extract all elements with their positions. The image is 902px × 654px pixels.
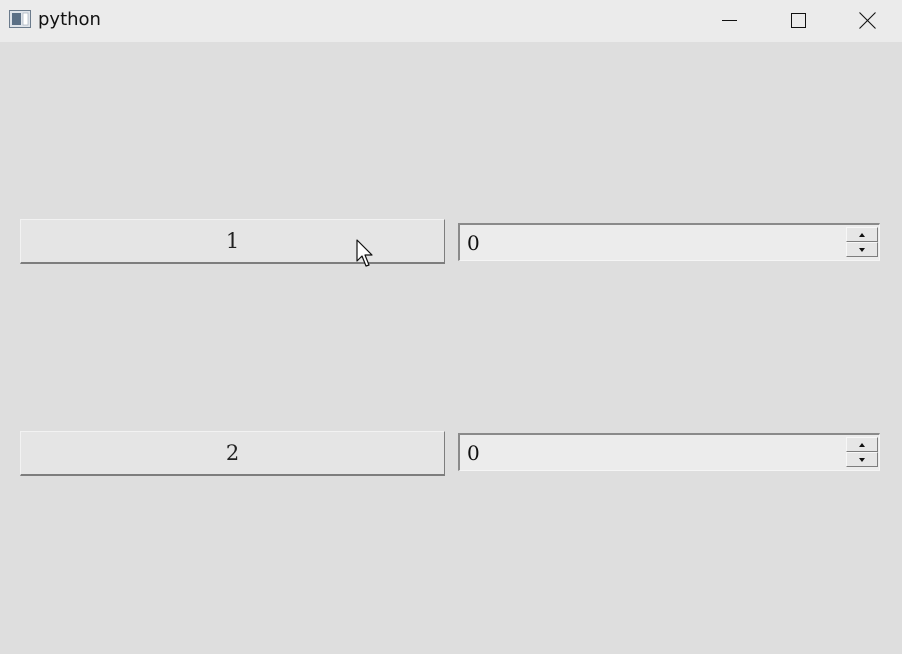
spinbox-1[interactable]: 0 xyxy=(458,223,880,261)
spinbox-2[interactable]: 0 xyxy=(458,433,880,471)
spinbox-1-down-button[interactable] xyxy=(846,242,878,257)
window-title: python xyxy=(38,9,101,30)
button-2-label: 2 xyxy=(225,441,240,465)
button-1-label: 1 xyxy=(225,229,240,253)
app-window: python 1 0 2 0 xyxy=(0,0,902,654)
spinbox-1-value[interactable]: 0 xyxy=(467,231,480,255)
arrow-up-icon xyxy=(859,443,865,447)
minimize-icon xyxy=(722,20,737,21)
button-2[interactable]: 2 xyxy=(20,431,445,476)
arrow-up-icon xyxy=(859,233,865,237)
maximize-button[interactable] xyxy=(764,0,832,42)
spinbox-2-down-button[interactable] xyxy=(846,452,878,467)
mouse-cursor-icon xyxy=(356,239,373,267)
arrow-down-icon xyxy=(859,458,865,462)
maximize-icon xyxy=(791,13,806,28)
app-icon xyxy=(9,10,31,28)
spinbox-1-up-button[interactable] xyxy=(846,227,878,242)
button-1[interactable]: 1 xyxy=(20,219,445,264)
title-bar[interactable]: python xyxy=(0,0,902,42)
spinbox-2-up-button[interactable] xyxy=(846,437,878,452)
minimize-button[interactable] xyxy=(696,0,764,42)
close-icon xyxy=(859,12,876,29)
arrow-down-icon xyxy=(859,248,865,252)
spinbox-2-value[interactable]: 0 xyxy=(467,441,480,465)
close-button[interactable] xyxy=(834,0,902,42)
